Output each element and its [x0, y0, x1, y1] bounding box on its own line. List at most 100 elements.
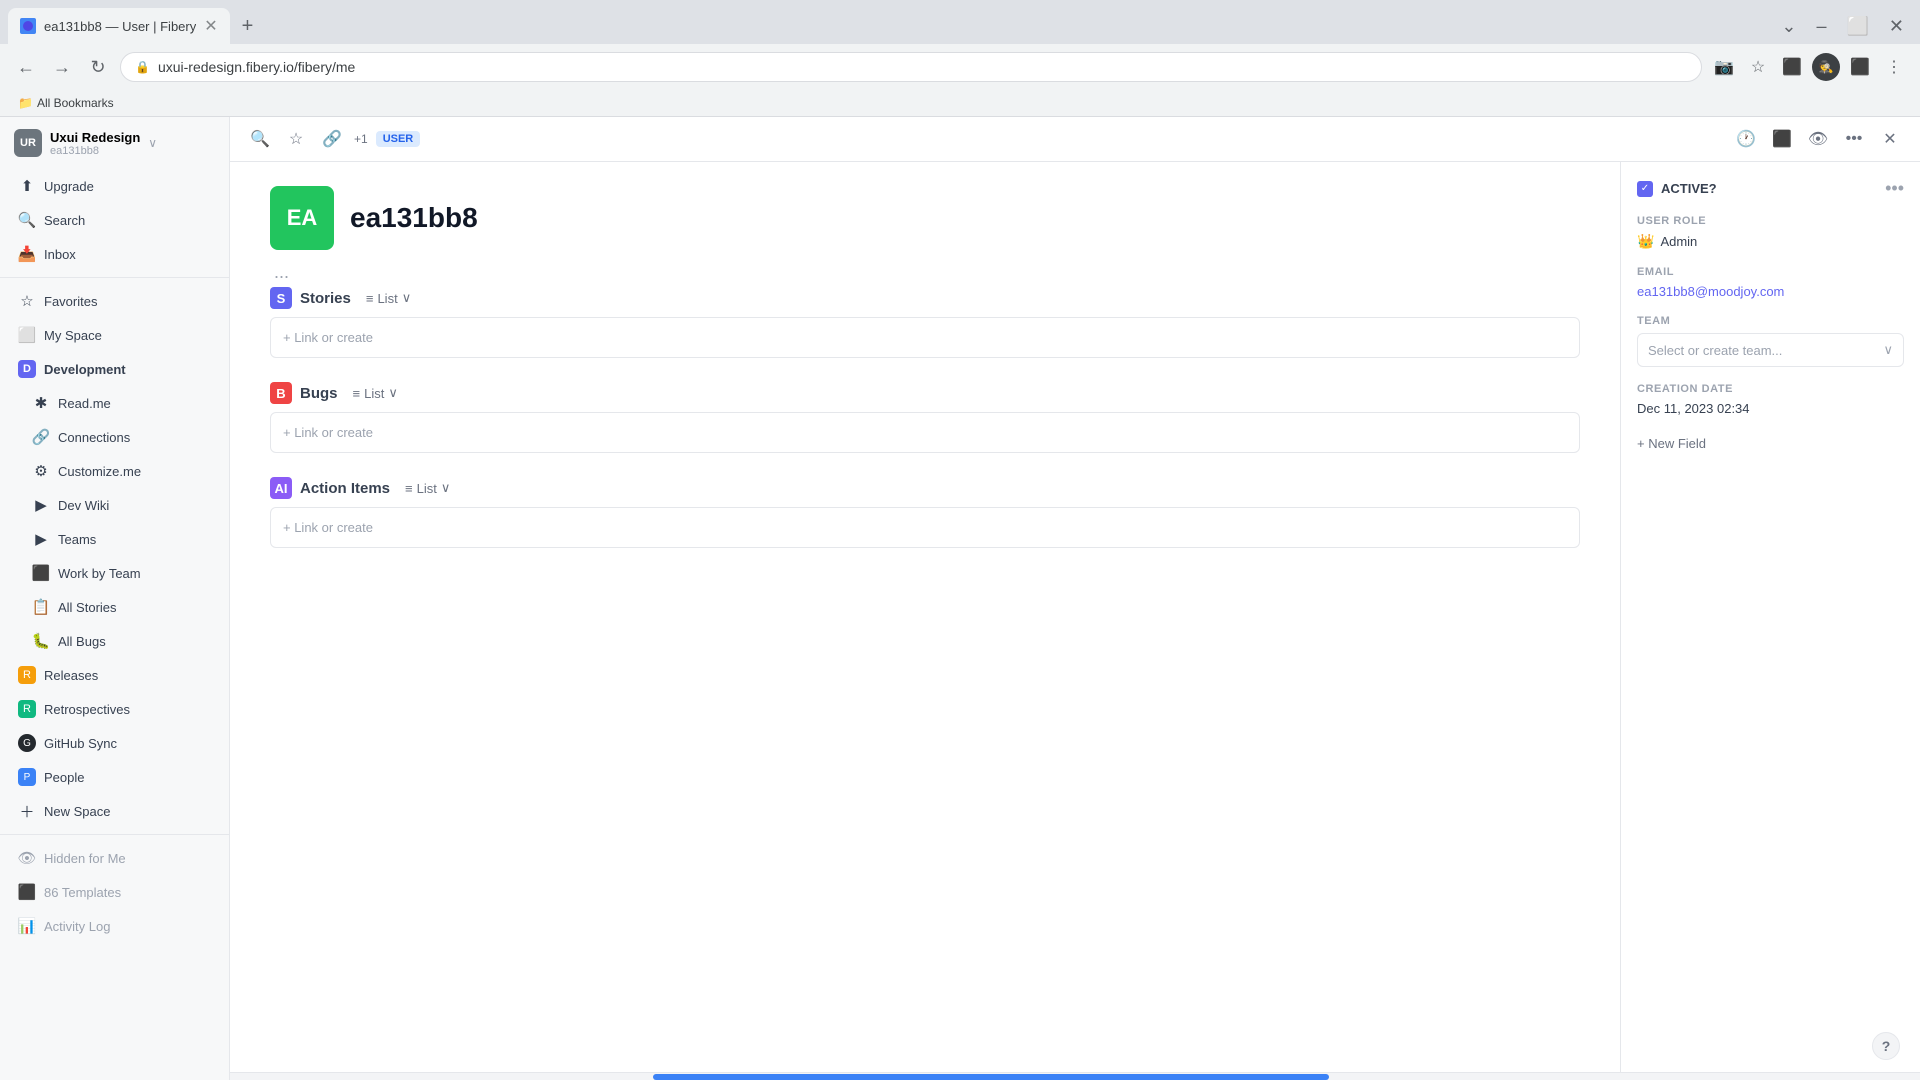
retrospectives-icon: R [18, 700, 36, 718]
bugs-content: + Link or create [270, 412, 1580, 453]
more-options-button[interactable]: ••• [1840, 125, 1868, 153]
scroll-thumb [653, 1074, 1329, 1080]
sidebar-item-search[interactable]: 🔍 Search [4, 204, 225, 236]
sidebar-item-people[interactable]: P People [4, 761, 225, 793]
link-toolbar-button[interactable]: 🔗 [318, 125, 346, 153]
restore-button[interactable]: ⬜ [1838, 12, 1876, 41]
team-chevron-icon: ∨ [1883, 342, 1893, 358]
team-select[interactable]: Select or create team... ∨ [1637, 333, 1904, 367]
close-panel-button[interactable]: ✕ [1876, 125, 1904, 153]
help-button[interactable]: ? [1872, 1032, 1900, 1060]
activity-log-label: Activity Log [44, 919, 110, 934]
extensions-icon[interactable]: ⬛ [1846, 53, 1874, 81]
action-items-link-or-create-label: + Link or create [283, 520, 373, 535]
templates-label: 86 Templates [44, 885, 121, 900]
dev-wiki-icon: ▶ [32, 496, 50, 514]
action-items-link-or-create[interactable]: + Link or create [283, 516, 1567, 539]
sidebar-item-releases[interactable]: R Releases [4, 659, 225, 691]
active-checkbox[interactable]: ✓ [1637, 181, 1653, 197]
bookmarks-bar: 📁 All Bookmarks [0, 90, 1920, 116]
close-button[interactable]: ✕ [1881, 12, 1912, 41]
crown-icon: 👑 [1637, 233, 1654, 250]
sidebar-item-customize[interactable]: ⚙ Customize.me [4, 455, 225, 487]
sidebar-divider-2 [0, 834, 229, 835]
sidebar-item-dev-wiki[interactable]: ▶ Dev Wiki [4, 489, 225, 521]
bugs-section: B Bugs ≡ List ∨ + Link or create [270, 382, 1580, 453]
link-or-create-label: + Link or create [283, 330, 373, 345]
all-bugs-icon: 🐛 [32, 632, 50, 650]
sidebar-item-new-space[interactable]: ＋ New Space [4, 795, 225, 827]
more-fields-button[interactable]: ... [270, 258, 1580, 287]
minimize-button[interactable]: – [1808, 12, 1834, 41]
bookmark-star-icon[interactable]: ☆ [1744, 53, 1772, 81]
menu-icon[interactable]: ⋮ [1880, 53, 1908, 81]
sidebar-item-retrospectives[interactable]: R Retrospectives [4, 693, 225, 725]
bottom-scrollbar[interactable] [230, 1072, 1920, 1080]
sidebar-item-readme[interactable]: ✱ Read.me [4, 387, 225, 419]
action-items-view-toggle[interactable]: ≡ List ∨ [398, 477, 457, 499]
browser-controls: ← → ↻ 🔒 uxui-redesign.fibery.io/fibery/m… [0, 44, 1920, 90]
sidebar-item-hidden[interactable]: 👁 Hidden for Me [4, 842, 225, 874]
favorite-toolbar-button[interactable]: ☆ [282, 125, 310, 153]
team-placeholder: Select or create team... [1648, 343, 1782, 358]
work-by-team-label: Work by Team [58, 566, 141, 581]
sidebar-item-development[interactable]: D Development [4, 353, 225, 385]
new-field-label: + New Field [1637, 436, 1706, 451]
email-value: ea131bb8@moodjoy.com [1637, 284, 1904, 299]
doc-editor: EA ea131bb8 ... S Stories ≡ List [230, 162, 1620, 1072]
workspace-header[interactable]: UR Uxui Redesign ea131bb8 ∨ [0, 117, 229, 169]
email-field: EMAIL ea131bb8@moodjoy.com [1637, 266, 1904, 299]
active-tab[interactable]: ea131bb8 — User | Fibery ✕ [8, 8, 230, 44]
customize-label: Customize.me [58, 464, 141, 479]
action-items-section-header: AI Action Items ≡ List ∨ [270, 477, 1580, 499]
sidebar-item-all-bugs[interactable]: 🐛 All Bugs [4, 625, 225, 657]
readme-label: Read.me [58, 396, 111, 411]
view-button[interactable]: 👁 [1804, 125, 1832, 153]
sidebar-item-upgrade[interactable]: ⬆ Upgrade [4, 170, 225, 202]
action-items-section: AI Action Items ≡ List ∨ + Link or creat… [270, 477, 1580, 548]
back-button[interactable]: ← [12, 53, 40, 81]
sidebar-item-favorites[interactable]: ☆ Favorites [4, 285, 225, 317]
search-toolbar-button[interactable]: 🔍 [246, 125, 274, 153]
active-menu-button[interactable]: ••• [1885, 178, 1904, 199]
layout-button[interactable]: ⬛ [1768, 125, 1796, 153]
sidebar-item-my-space[interactable]: ⬜ My Space [4, 319, 225, 351]
split-screen-icon[interactable]: ⬛ [1778, 53, 1806, 81]
camera-icon[interactable]: 📷 [1710, 53, 1738, 81]
sidebar-item-inbox[interactable]: 📥 Inbox [4, 238, 225, 270]
activity-log-icon: 📊 [18, 917, 36, 935]
bugs-view-icon: ≡ [353, 386, 361, 401]
sidebar-item-teams[interactable]: ▶ Teams [4, 523, 225, 555]
sidebar-item-all-stories[interactable]: 📋 All Stories [4, 591, 225, 623]
sidebar-item-templates[interactable]: ⬛ 86 Templates [4, 876, 225, 908]
readme-icon: ✱ [32, 394, 50, 412]
link-count[interactable]: +1 [354, 132, 368, 146]
address-bar[interactable]: 🔒 uxui-redesign.fibery.io/fibery/me [120, 52, 1702, 82]
new-tab-button[interactable]: + [234, 11, 262, 42]
stories-title: Stories [300, 290, 351, 307]
bugs-view-toggle[interactable]: ≡ List ∨ [346, 382, 405, 404]
sidebar-item-github-sync[interactable]: G GitHub Sync [4, 727, 225, 759]
tab-close-button[interactable]: ✕ [204, 16, 217, 36]
new-space-plus-icon: ＋ [18, 802, 36, 820]
stories-view-toggle[interactable]: ≡ List ∨ [359, 287, 418, 309]
teams-icon: ▶ [32, 530, 50, 548]
creation-date-value: Dec 11, 2023 02:34 [1637, 401, 1904, 416]
bugs-view-chevron: ∨ [388, 385, 398, 401]
bookmarks-bar-item[interactable]: 📁 All Bookmarks [12, 94, 120, 112]
sidebar-item-connections[interactable]: 🔗 Connections [4, 421, 225, 453]
hidden-icon: 👁 [18, 849, 36, 867]
action-items-view-icon: ≡ [405, 481, 413, 496]
forward-button[interactable]: → [48, 53, 76, 81]
teams-label: Teams [58, 532, 96, 547]
bugs-link-or-create[interactable]: + Link or create [283, 421, 1567, 444]
reload-button[interactable]: ↻ [84, 53, 112, 81]
tab-scroll-down[interactable]: ⌄ [1773, 12, 1804, 41]
sidebar-item-work-by-team[interactable]: ⬛ Work by Team [4, 557, 225, 589]
upgrade-icon: ⬆ [18, 177, 36, 195]
stories-link-or-create[interactable]: + Link or create [283, 326, 1567, 349]
work-by-team-icon: ⬛ [32, 564, 50, 582]
sidebar-item-activity-log[interactable]: 📊 Activity Log [4, 910, 225, 942]
history-button[interactable]: 🕐 [1732, 125, 1760, 153]
new-field-button[interactable]: + New Field [1637, 432, 1904, 455]
